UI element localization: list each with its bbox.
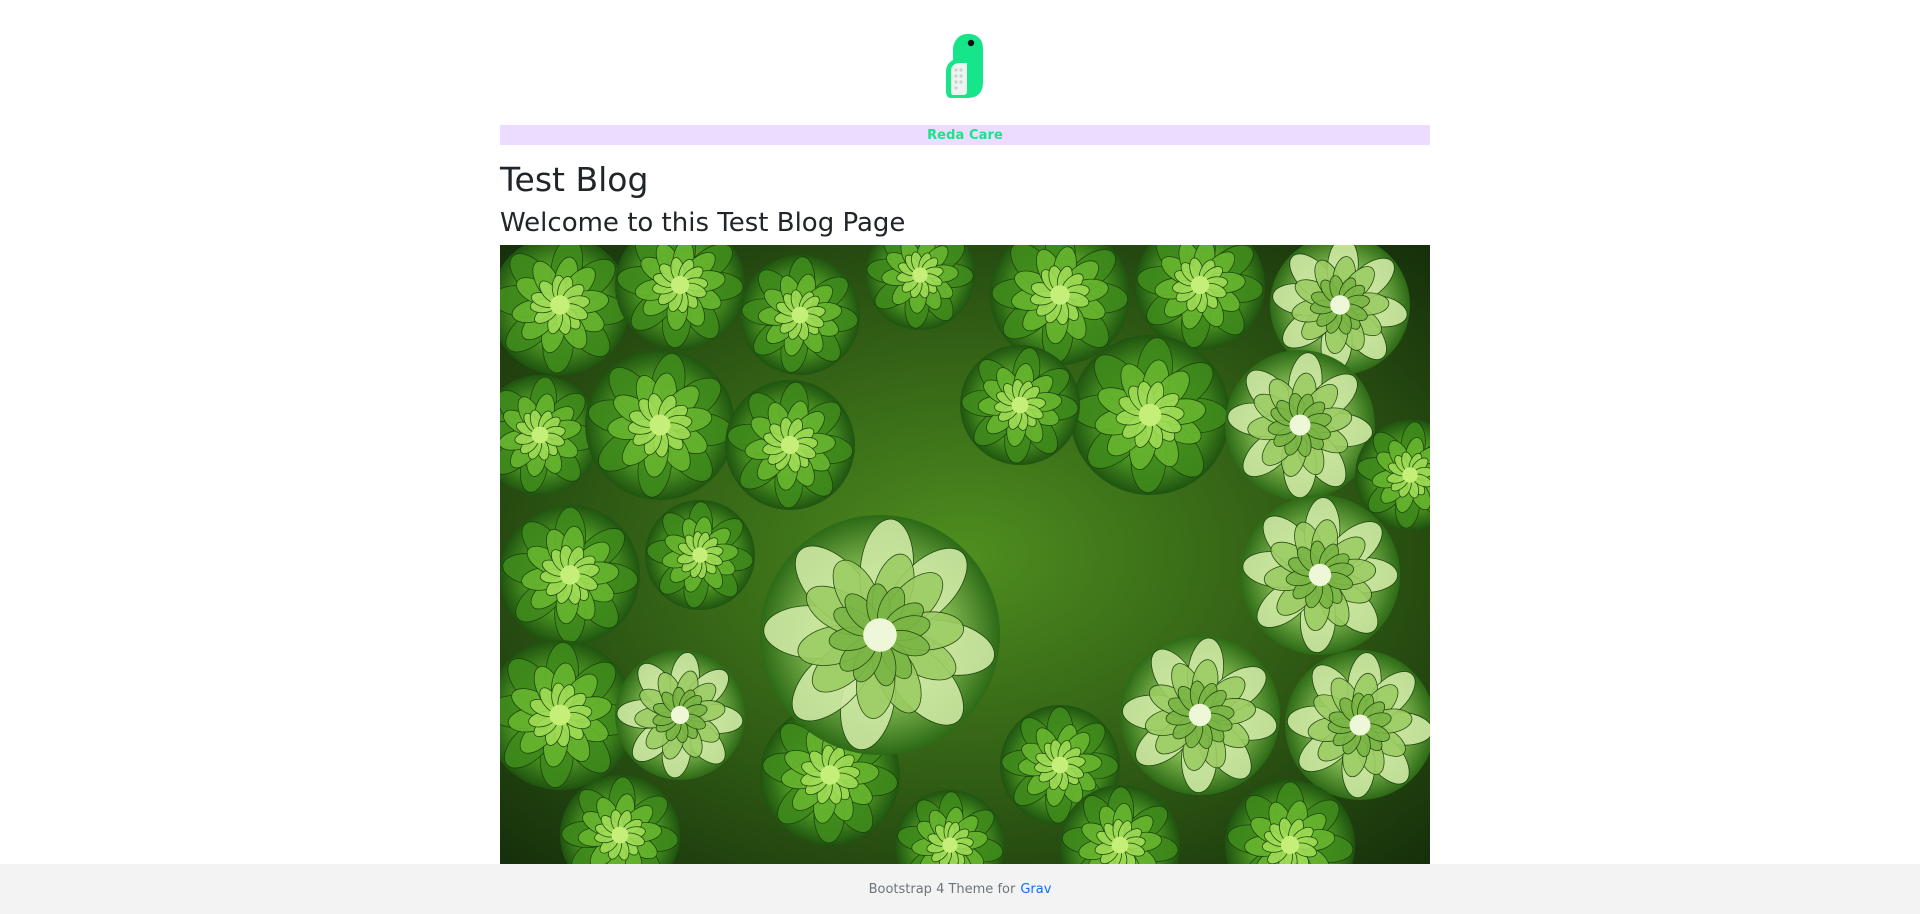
succulent-rosette	[500, 505, 640, 645]
succulent-rosette	[725, 380, 855, 510]
succulent-rosette	[615, 650, 745, 780]
succulent-rosette	[1240, 495, 1400, 655]
succulent-rosette	[740, 255, 860, 375]
page-subtitle: Welcome to this Test Blog Page	[500, 208, 906, 238]
succulent-rosette	[760, 515, 1000, 755]
succulent-rosette	[1070, 335, 1230, 495]
succulent-rosette	[960, 345, 1080, 465]
grav-link[interactable]: Grav	[1020, 882, 1051, 897]
succulent-rosette	[1120, 635, 1280, 795]
hero-image	[500, 245, 1430, 864]
succulent-rosette	[1225, 350, 1375, 500]
brand-bar[interactable]: Reda Care	[500, 125, 1430, 145]
page: Reda Care Test Blog Welcome to this Test…	[0, 0, 1920, 914]
bird-logo-icon	[946, 33, 983, 98]
site-logo[interactable]	[500, 32, 1430, 100]
footer-text: Bootstrap 4 Theme for	[868, 881, 1016, 897]
footer: Bootstrap 4 Theme for Grav	[0, 864, 1920, 914]
succulent-rosette	[645, 500, 755, 610]
succulent-rosette	[1285, 650, 1430, 800]
page-title: Test Blog	[500, 160, 649, 199]
brand-name[interactable]: Reda Care	[927, 128, 1003, 143]
succulent-plants-photo	[500, 245, 1430, 864]
succulent-rosette	[585, 350, 735, 500]
